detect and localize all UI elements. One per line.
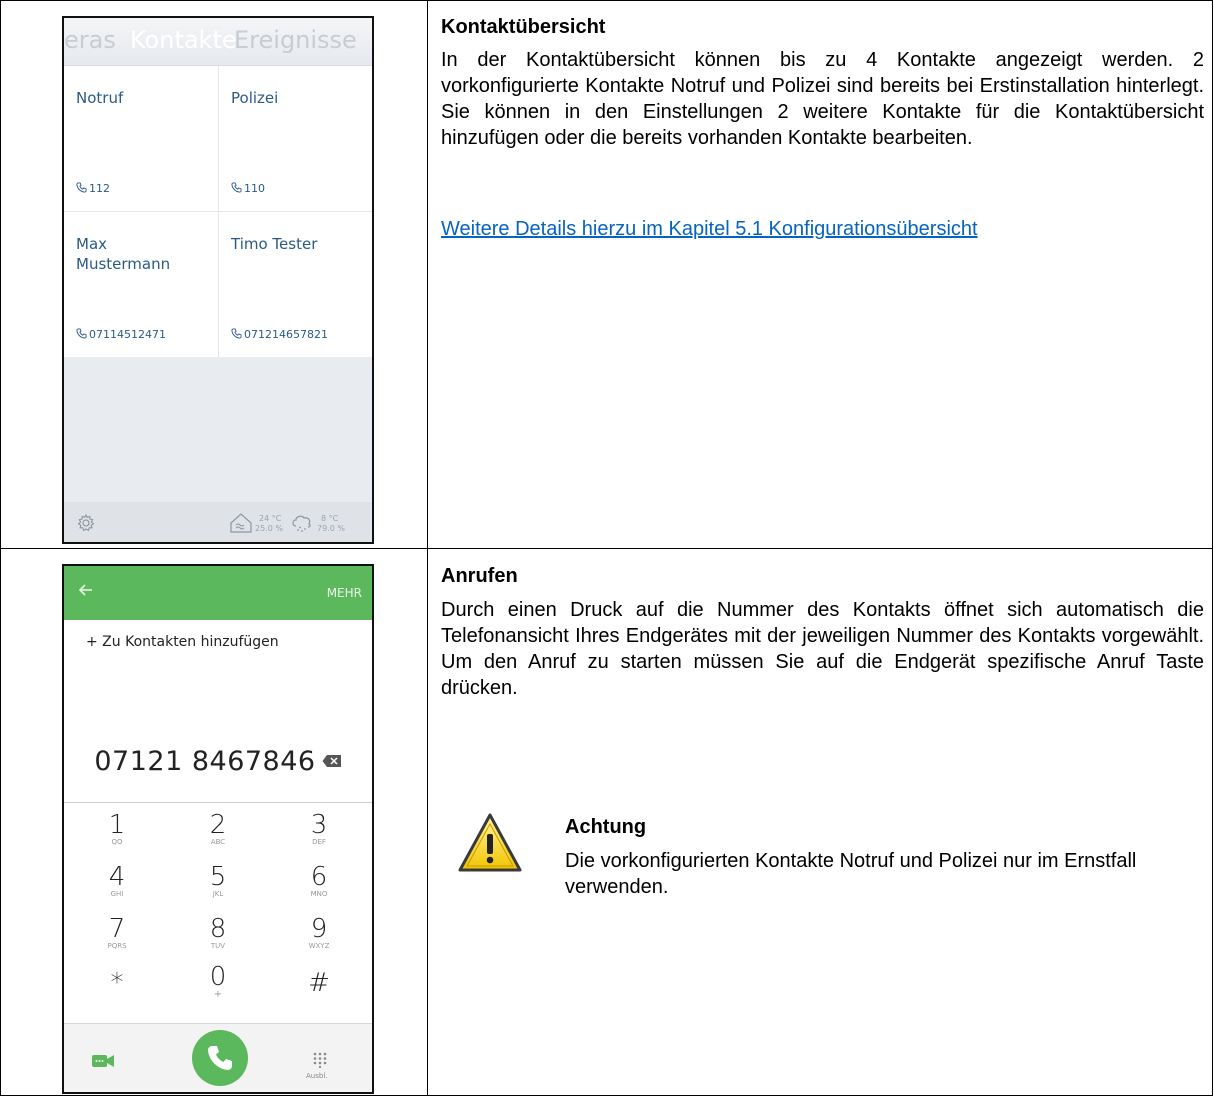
dialed-number: 07121 8467846 — [94, 746, 316, 777]
key-letters: PQRS — [107, 942, 127, 950]
phone-icon — [76, 328, 87, 339]
backspace-icon[interactable] — [322, 754, 342, 768]
contact-name: Notruf — [76, 89, 124, 107]
add-to-contacts-button[interactable]: + Zu Kontakten hinzufügen — [86, 634, 279, 650]
empty-area — [64, 357, 372, 502]
contact-name: Polizei — [231, 89, 279, 107]
keypad-divider — [64, 802, 372, 803]
tab-events[interactable]: Ereignisse — [234, 26, 357, 54]
phone-icon — [208, 1046, 232, 1070]
key-digit: 7 — [108, 914, 126, 944]
key-1[interactable]: 1 QO — [67, 812, 167, 847]
contact-name: Timo Tester — [231, 235, 318, 253]
contact-card-max[interactable]: Max Mustermann 07114512471 — [64, 212, 218, 357]
key-digit: 3 — [310, 810, 328, 840]
contact-number-link[interactable]: 071214657821 — [231, 328, 328, 341]
cloud-rain-icon — [292, 515, 311, 532]
key-digit: # — [308, 968, 330, 998]
tab-contacts[interactable]: Kontakte — [130, 26, 237, 54]
section-paragraph: Durch einen Druck auf die Nummer des Kon… — [441, 599, 1204, 699]
warning-title: Achtung — [565, 816, 647, 838]
key-letters: JKL — [212, 890, 224, 898]
contact-grid: Notruf 112 Polizei 110 Max Mustermann 07… — [64, 66, 372, 357]
contact-number-link[interactable]: 112 — [76, 182, 110, 195]
chapter-link[interactable]: Weitere Details hierzu im Kapitel 5.1 Ko… — [441, 218, 978, 241]
key-9[interactable]: 9 WXYZ — [269, 916, 369, 951]
call-button[interactable] — [192, 1030, 248, 1086]
keypad-icon[interactable] — [312, 1052, 328, 1068]
hide-keypad-label: Ausbl. — [306, 1072, 328, 1080]
status-footer: 24 °C 25.0 % 8 °C 79.0 % — [64, 502, 372, 542]
section-title-anrufen: Anrufen — [441, 565, 518, 587]
key-letters: MNO — [310, 890, 328, 898]
contact-number: 112 — [89, 182, 110, 195]
dialer-action-bar: Ausbl. — [64, 1023, 372, 1092]
indoor-temp: 24 °C — [259, 514, 282, 523]
key-6[interactable]: 6 MNO — [269, 864, 369, 899]
section-title-kontaktuebersicht: Kontaktübersicht — [441, 16, 606, 38]
phone-icon — [231, 182, 242, 193]
table-row-divider — [0, 548, 1213, 549]
key-hash[interactable]: # — [269, 970, 369, 996]
contact-card-notruf[interactable]: Notruf 112 — [64, 66, 218, 211]
key-7[interactable]: 7 PQRS — [67, 916, 167, 951]
contact-number-link[interactable]: 07114512471 — [76, 328, 166, 341]
key-3[interactable]: 3 DEF — [269, 812, 369, 847]
dialer-top-bar: MEHR — [64, 566, 372, 620]
indoor-humidity: 25.0 % — [255, 524, 283, 533]
key-letters: + — [213, 989, 223, 1000]
key-star[interactable]: * — [67, 970, 167, 996]
phone-icon — [231, 328, 242, 339]
warning-icon — [458, 813, 522, 872]
contact-number: 110 — [244, 182, 265, 195]
outdoor-temp: 8 °C — [321, 514, 339, 523]
dialer-screenshot: MEHR + Zu Kontakten hinzufügen 07121 846… — [62, 564, 374, 1094]
dialed-number-display: 07121 8467846 — [64, 746, 372, 777]
key-digit: 6 — [310, 862, 328, 892]
gear-icon[interactable] — [76, 513, 96, 533]
key-digit: 5 — [209, 862, 227, 892]
phone-icon — [76, 182, 87, 193]
key-0[interactable]: 0 + — [168, 962, 268, 1000]
key-letters: QO — [111, 838, 123, 846]
key-digit: 8 — [209, 914, 227, 944]
video-call-icon[interactable] — [92, 1054, 114, 1068]
key-digit: 4 — [108, 862, 126, 892]
contact-card-timo[interactable]: Timo Tester 071214657821 — [219, 212, 372, 357]
key-digit: * — [110, 968, 124, 998]
section-paragraph: In der Kontaktübersicht können bis zu 4 … — [441, 49, 1204, 149]
contact-card-polizei[interactable]: Polizei 110 — [219, 66, 372, 211]
contact-number: 071214657821 — [244, 328, 328, 341]
key-letters: DEF — [312, 838, 326, 846]
key-letters: GHI — [110, 890, 124, 898]
key-digit: 2 — [209, 810, 227, 840]
tab-cameras[interactable]: eras — [64, 26, 116, 54]
key-4[interactable]: 4 GHI — [67, 864, 167, 899]
back-arrow-icon[interactable] — [76, 580, 96, 600]
contact-number: 07114512471 — [89, 328, 166, 341]
contact-number-link[interactable]: 110 — [231, 182, 265, 195]
key-digit: 9 — [310, 914, 328, 944]
key-letters: WXYZ — [308, 942, 330, 950]
key-letters: TUV — [210, 942, 226, 950]
warning-text: Die vorkonfigurierten Kontakte Notruf un… — [565, 850, 1137, 898]
key-letters: ABC — [210, 838, 226, 846]
home-climate-icon — [230, 513, 252, 533]
key-2[interactable]: 2 ABC — [168, 812, 268, 847]
contacts-screenshot: eras Kontakte Ereignisse Notruf 112 Poli… — [62, 16, 374, 544]
key-5[interactable]: 5 JKL — [168, 864, 268, 899]
key-digit: 1 — [108, 810, 126, 840]
more-button[interactable]: MEHR — [327, 586, 362, 600]
contact-name: Max Mustermann — [76, 235, 171, 273]
key-8[interactable]: 8 TUV — [168, 916, 268, 951]
key-digit: 0 — [209, 962, 227, 992]
tab-header: eras Kontakte Ereignisse — [64, 18, 372, 66]
outdoor-humidity: 79.0 % — [317, 524, 345, 533]
grid-divider — [64, 211, 372, 212]
